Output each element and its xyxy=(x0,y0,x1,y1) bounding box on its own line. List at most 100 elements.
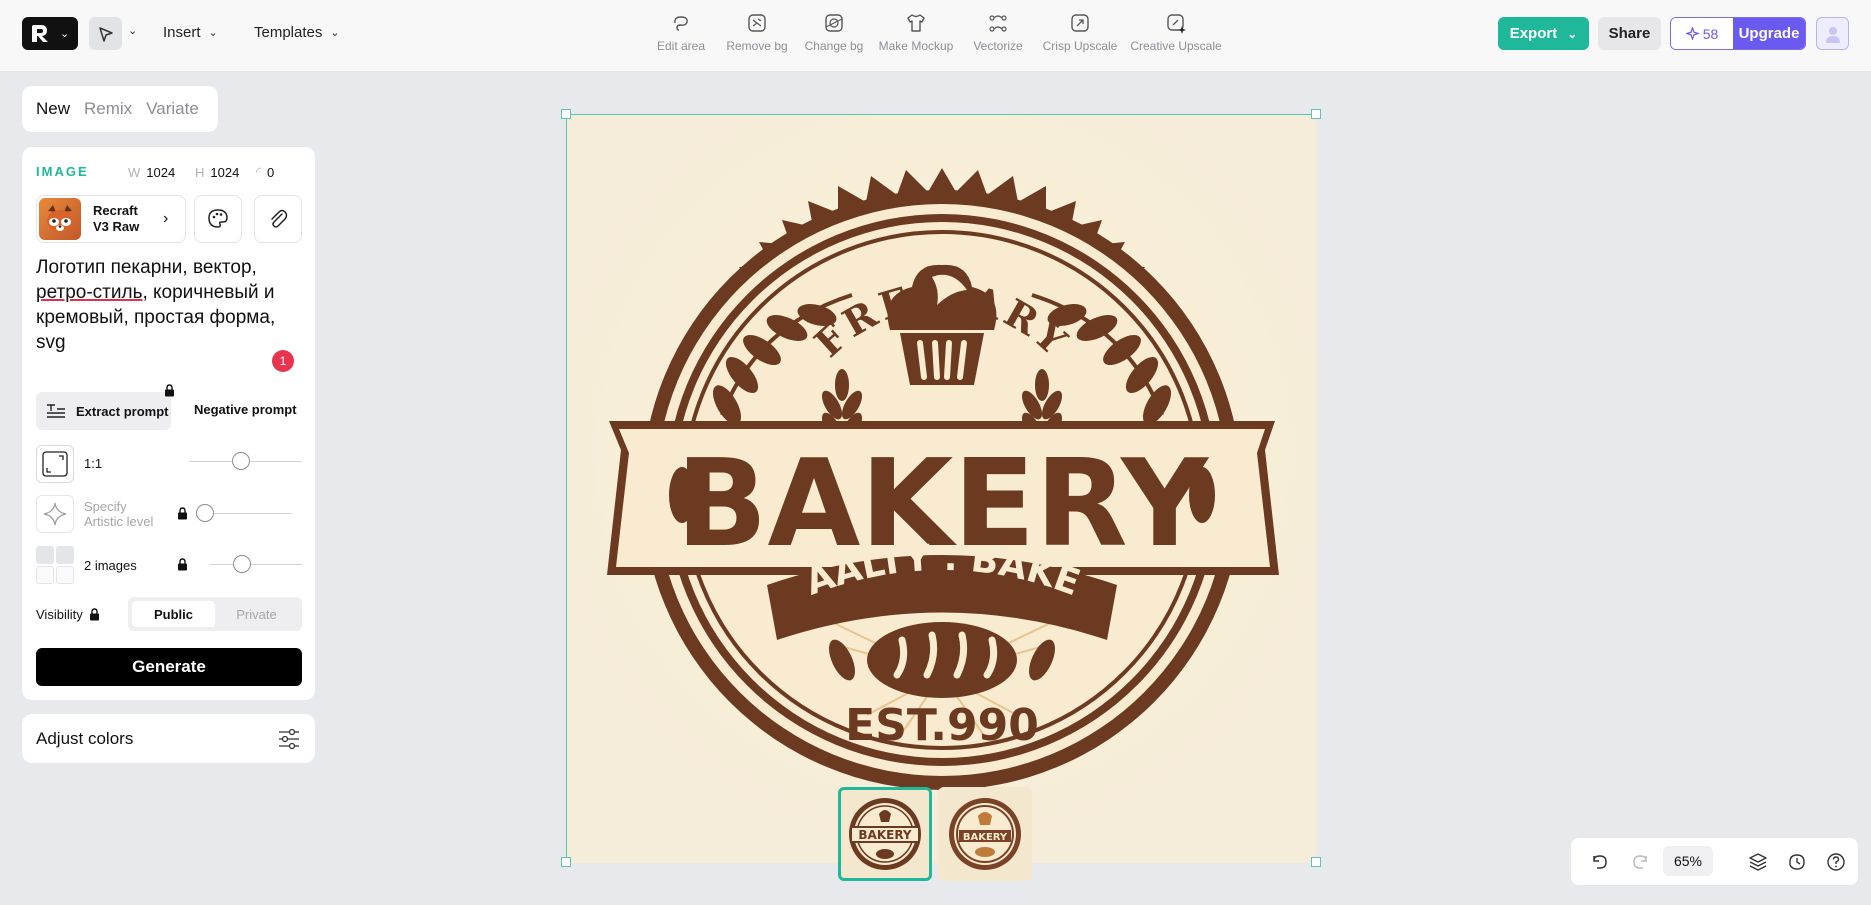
help-button[interactable] xyxy=(1824,850,1848,874)
bread-icon xyxy=(867,622,1017,698)
redo-button[interactable] xyxy=(1629,850,1653,874)
undo-button[interactable] xyxy=(1587,850,1611,874)
variant-thumbnail-2[interactable]: BAKERY xyxy=(938,787,1032,881)
aspect-ratio-label: 1:1 xyxy=(84,456,103,471)
image-count-slider-knob[interactable] xyxy=(233,555,251,573)
prompt-textarea[interactable]: Логотип пекарни, вектор, ретро-стиль, ко… xyxy=(36,255,302,355)
lock-icon xyxy=(178,558,187,571)
resize-handle-top-right[interactable] xyxy=(1311,109,1321,119)
lock-icon xyxy=(178,507,187,520)
variant-2-image: BAKERY xyxy=(949,798,1021,870)
model-selector[interactable]: Recraft V3 Raw › xyxy=(36,195,186,243)
visibility-toggle: Public Private xyxy=(128,597,302,631)
generate-button[interactable]: Generate xyxy=(36,648,302,686)
resize-handle-bottom-right[interactable] xyxy=(1311,857,1321,867)
image-type-label: IMAGE xyxy=(36,164,89,179)
select-tool-button[interactable] xyxy=(89,17,122,50)
attach-button[interactable] xyxy=(254,195,302,243)
image-count-slider[interactable] xyxy=(209,564,302,565)
history-icon xyxy=(1789,854,1805,870)
insert-menu[interactable]: Insert ⌄ xyxy=(163,24,218,41)
chevron-right-icon: › xyxy=(163,210,169,227)
insert-label: Insert xyxy=(163,24,201,41)
lock-icon xyxy=(165,384,174,397)
user-icon xyxy=(1825,26,1840,43)
artistic-level-label: Specify Artistic level xyxy=(84,499,153,529)
tab-new[interactable]: New xyxy=(36,99,70,119)
templates-menu[interactable]: Templates ⌄ xyxy=(254,24,340,41)
aspect-ratio-button[interactable] xyxy=(36,445,74,483)
palette-icon xyxy=(208,209,228,228)
remove-bg-label: Remove bg xyxy=(726,39,788,53)
chevron-down-icon: ⌄ xyxy=(60,28,70,40)
negative-prompt-button[interactable]: Negative prompt xyxy=(194,402,297,417)
undo-icon xyxy=(1593,855,1607,869)
export-button[interactable]: Export ⌄ xyxy=(1498,17,1589,50)
visibility-label: Visibility xyxy=(36,607,100,622)
upgrade-button[interactable]: Upgrade xyxy=(1733,18,1805,49)
layers-button[interactable] xyxy=(1746,850,1770,874)
rotation-icon: ◜ xyxy=(256,164,262,179)
tab-variate[interactable]: Variate xyxy=(146,99,199,119)
text-lines-icon xyxy=(47,404,65,418)
recraft-logo-icon xyxy=(32,24,48,42)
height-value: 1024 xyxy=(210,164,240,180)
user-avatar[interactable] xyxy=(1816,17,1849,50)
sparkle-icon xyxy=(43,502,67,526)
sliders-icon xyxy=(279,728,299,749)
height-key: H xyxy=(195,164,205,180)
top-toolbar: ⌄ ⌄ Insert ⌄ Templates ⌄ Edit area Remov… xyxy=(0,0,1871,72)
width-field[interactable]: W 1024 xyxy=(128,161,175,183)
make-mockup-label: Make Mockup xyxy=(878,39,954,53)
artistic-label-line-2: Artistic level xyxy=(84,514,154,529)
crisp-upscale-tool[interactable]: Crisp Upscale xyxy=(1030,12,1130,53)
lasso-icon xyxy=(674,16,688,31)
style-palette-button[interactable] xyxy=(194,195,242,243)
rotation-field[interactable]: ◜ 0 xyxy=(256,161,274,183)
prompt-text-1: Логотип пекарни, вектор, xyxy=(36,257,257,278)
credits-counter[interactable]: 58 xyxy=(1671,18,1733,49)
private-option[interactable]: Private xyxy=(215,601,298,627)
generate-panel: IMAGE W 1024 H 1024 ◜ 0 Recraft V3 Raw › xyxy=(22,147,315,700)
tab-remix[interactable]: Remix xyxy=(84,99,132,119)
export-label: Export xyxy=(1509,25,1558,42)
cursor-icon xyxy=(98,26,113,42)
variant-thumbnail-1[interactable]: BAKERY xyxy=(838,787,932,881)
share-button[interactable]: Share xyxy=(1598,17,1661,50)
public-option[interactable]: Public xyxy=(132,601,215,627)
creative-upscale-icon xyxy=(1167,14,1186,34)
aspect-ratio-slider-knob[interactable] xyxy=(232,452,250,470)
app-menu-button[interactable]: ⌄ xyxy=(22,17,78,50)
creative-upscale-label: Creative Upscale xyxy=(1130,39,1222,53)
artistic-level-slider-knob[interactable] xyxy=(196,504,214,522)
canvas-artboard[interactable]: FRESIARY xyxy=(553,83,1321,867)
credits-count: 58 xyxy=(1702,25,1719,42)
visibility-text: Visibility xyxy=(36,607,83,622)
layers-icon xyxy=(1749,853,1767,871)
share-label: Share xyxy=(1608,25,1651,42)
edit-area-label: Edit area xyxy=(656,39,706,53)
model-thumbnail xyxy=(39,198,81,240)
upscale-icon xyxy=(1071,14,1089,32)
vector-nodes-icon xyxy=(989,15,1007,32)
notification-badge[interactable]: 1 xyxy=(272,350,294,372)
artistic-label-line-1: Specify xyxy=(84,499,127,514)
chevron-down-icon: ⌄ xyxy=(330,27,340,39)
width-key: W xyxy=(128,164,141,180)
height-field[interactable]: H 1024 xyxy=(195,161,239,183)
extract-prompt-button[interactable]: Extract prompt xyxy=(36,392,171,430)
resize-handle-top-left[interactable] xyxy=(561,109,571,119)
upgrade-label: Upgrade xyxy=(1738,25,1800,42)
image-count-icon xyxy=(36,546,74,584)
resize-handle-bottom-left[interactable] xyxy=(561,857,571,867)
chevron-down-icon[interactable]: ⌄ xyxy=(128,24,137,37)
zoom-level[interactable]: 65% xyxy=(1663,846,1713,876)
creative-upscale-tool[interactable]: Creative Upscale xyxy=(1126,12,1226,53)
logo-est-text: EST.990 xyxy=(845,700,1039,751)
model-name-line-2: V3 Raw xyxy=(93,219,140,234)
extract-prompt-label: Extract prompt xyxy=(76,403,169,419)
history-button[interactable] xyxy=(1785,850,1809,874)
prompt-misspelled-word: ретро-стиль xyxy=(36,282,143,303)
artistic-level-button[interactable] xyxy=(36,495,74,533)
adjust-colors-panel[interactable]: Adjust colors xyxy=(22,714,315,763)
